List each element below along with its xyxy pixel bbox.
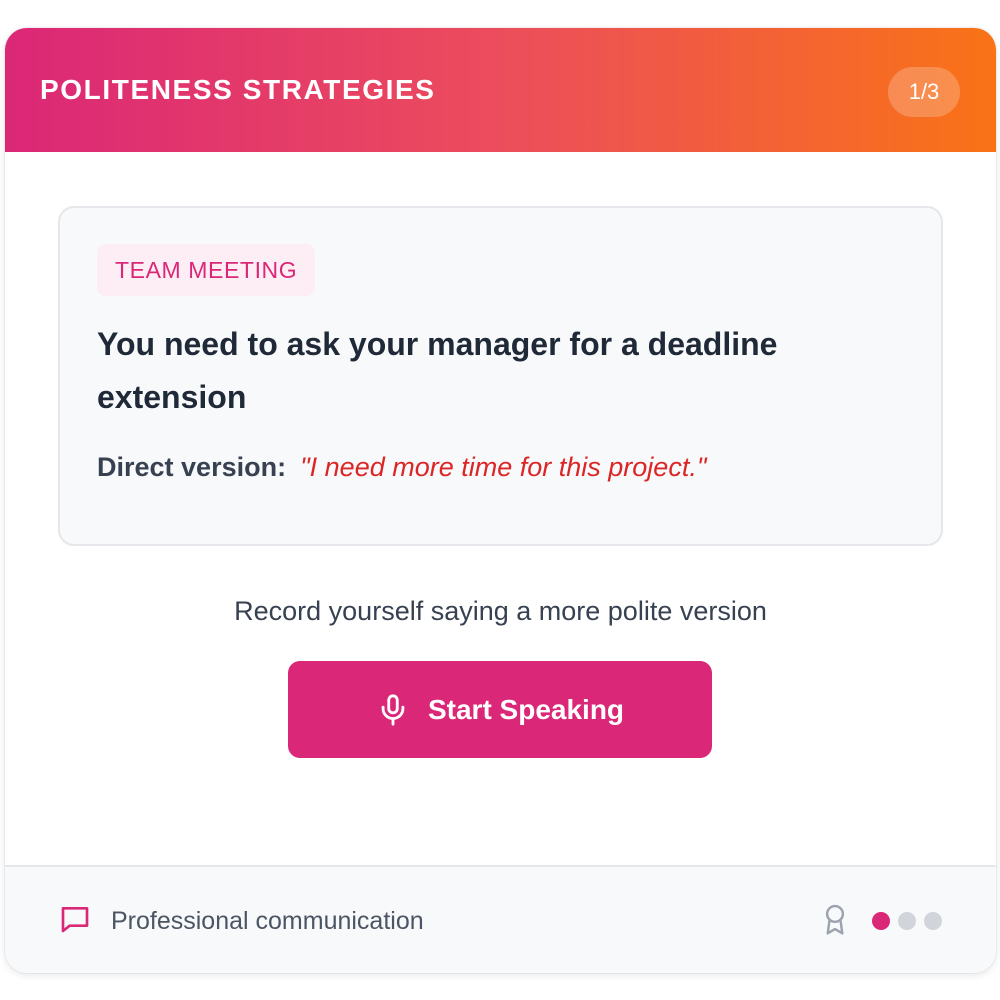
- chat-bubble-icon: [59, 903, 91, 935]
- exercise-title: POLITENESS STRATEGIES: [40, 74, 436, 105]
- exercise-card: POLITENESS STRATEGIES 1/3 TEAM MEETING Y…: [5, 28, 996, 973]
- progress-dot: [898, 912, 916, 930]
- progress-dot: [924, 912, 942, 930]
- scenario-tag: TEAM MEETING: [97, 244, 316, 296]
- category-label: Professional communication: [111, 907, 424, 935]
- progress-dots: [872, 912, 942, 930]
- award-icon: [820, 903, 850, 937]
- direct-version-quote: "I need more time for this project.": [300, 452, 707, 482]
- progress-counter: 1/3: [888, 67, 960, 117]
- scenario-prompt: You need to ask your manager for a deadl…: [97, 326, 778, 415]
- recording-instruction: Record yourself saying a more polite ver…: [234, 596, 767, 626]
- progress-dot: [872, 912, 890, 930]
- start-speaking-button[interactable]: Start Speaking: [288, 661, 712, 758]
- start-speaking-label: Start Speaking: [427, 693, 625, 725]
- microphone-icon: [376, 693, 410, 727]
- card-footer: Professional communication: [5, 865, 996, 973]
- card-header: POLITENESS STRATEGIES 1/3: [5, 28, 996, 152]
- direct-version-label: Direct version:: [97, 452, 287, 482]
- scenario-box: TEAM MEETING You need to ask your manage…: [58, 206, 943, 546]
- direct-version: Direct version: "I need more time for thi…: [97, 452, 706, 483]
